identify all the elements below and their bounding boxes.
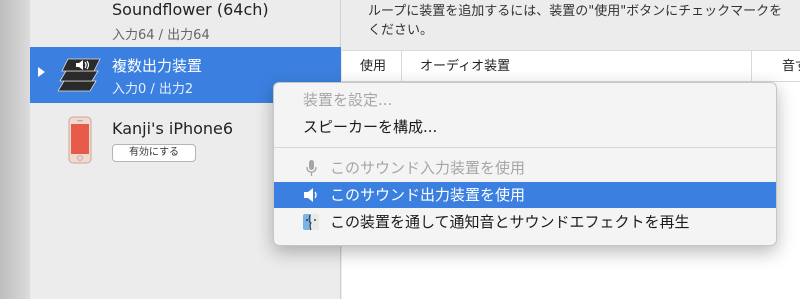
window-edge: [0, 0, 30, 299]
device-name: Soundflower (64ch): [112, 0, 269, 19]
menu-item-label: スピーカーを構成...: [303, 118, 438, 136]
column-header-use[interactable]: 使用: [342, 51, 402, 82]
menu-item-label: このサウンド入力装置を使用: [330, 159, 526, 177]
device-io: 入力0 / 出力2: [112, 82, 194, 97]
column-header-audio-device[interactable]: オーディオ装置: [402, 51, 752, 82]
menu-item-label: この装置を通して通知音とサウンドエフェクトを再生: [330, 213, 690, 231]
iphone-icon: [68, 116, 92, 164]
menu-item-label: このサウンド出力装置を使用: [330, 186, 526, 204]
speaker-icon: [304, 188, 317, 202]
multi-output-device-icon: [58, 58, 101, 92]
menu-item-use-output[interactable]: このサウンド出力装置を使用: [274, 182, 776, 208]
microphone-icon: [306, 160, 317, 176]
device-item-soundflower[interactable]: Soundflower (64ch) 入力64 / 出力64: [30, 0, 341, 46]
info-text: ループに装置を追加するには、装置の"使用"ボタンにチェックマークを ください。: [368, 2, 798, 40]
device-name: Kanji's iPhone6: [112, 119, 234, 138]
menu-item-configure-device[interactable]: 装置を設定...: [274, 87, 776, 113]
context-menu: 装置を設定... スピーカーを構成... このサウンド入力装置を使用 このサウン…: [273, 82, 777, 246]
finder-icon: [303, 214, 319, 231]
info-line: ください。: [368, 23, 434, 38]
enable-button[interactable]: 有効にする: [112, 144, 196, 162]
column-header-sound[interactable]: 音ず: [752, 51, 800, 82]
disclosure-triangle-icon[interactable]: [38, 67, 45, 77]
device-io: 入力64 / 出力64: [112, 28, 210, 43]
menu-item-configure-speakers[interactable]: スピーカーを構成...: [274, 114, 776, 140]
menu-separator: [274, 147, 776, 148]
info-line: ループに装置を追加するには、装置の"使用"ボタンにチェックマークを: [368, 4, 783, 19]
table-header: 使用 オーディオ装置 音ず: [342, 50, 800, 82]
menu-item-label: 装置を設定...: [303, 91, 393, 109]
info-area: ループに装置を追加するには、装置の"使用"ボタンにチェックマークを ください。: [342, 0, 800, 50]
menu-item-use-input[interactable]: このサウンド入力装置を使用: [274, 155, 776, 181]
device-name: 複数出力装置: [112, 57, 203, 75]
menu-item-play-alerts[interactable]: この装置を通して通知音とサウンドエフェクトを再生: [274, 209, 776, 235]
